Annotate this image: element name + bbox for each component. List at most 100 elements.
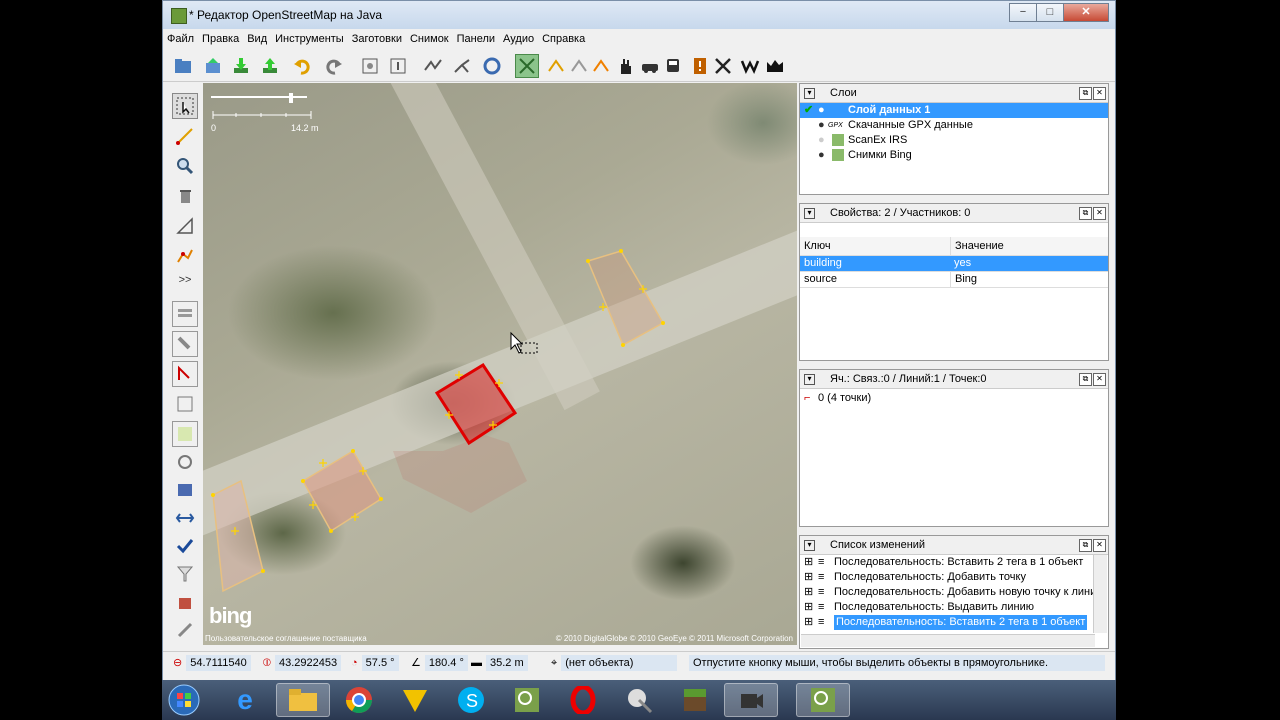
terms-of-use-link[interactable]: Пользовательское соглашение поставщика bbox=[205, 633, 367, 645]
opera-icon[interactable] bbox=[556, 683, 610, 717]
horizontal-scrollbar[interactable] bbox=[801, 634, 1095, 647]
upload-icon[interactable] bbox=[258, 54, 282, 78]
draw-mode-icon[interactable] bbox=[172, 123, 198, 149]
changesets-icon[interactable] bbox=[172, 589, 198, 615]
detach-icon[interactable]: ⧉ bbox=[1079, 373, 1092, 386]
delete-mode-icon[interactable] bbox=[172, 183, 198, 209]
align-circle-icon[interactable] bbox=[567, 54, 591, 78]
list-item[interactable]: ⌐ 0 (4 точки) bbox=[800, 391, 1108, 406]
bing-logo: bing bbox=[209, 603, 252, 628]
layer-list-toggle-icon[interactable] bbox=[172, 301, 198, 327]
detach-icon[interactable]: ⧉ bbox=[1079, 207, 1092, 220]
menu-file[interactable]: Файл bbox=[163, 31, 198, 47]
toggle-split-icon[interactable] bbox=[172, 505, 198, 531]
filter-icon[interactable] bbox=[172, 561, 198, 587]
map-view[interactable]: 0 14.2 m bing Пользовательское соглашени… bbox=[203, 83, 797, 645]
layer-item[interactable]: ● Снимки Bing bbox=[800, 148, 1108, 163]
list-item[interactable]: ⊞ ≡ Последовательность: Выдавить линию bbox=[800, 600, 1094, 615]
detach-icon[interactable]: ⧉ bbox=[1079, 87, 1092, 100]
delete-icon[interactable] bbox=[711, 54, 735, 78]
collapse-icon[interactable]: ▾ bbox=[804, 88, 815, 99]
josm-taskbar-icon[interactable] bbox=[500, 683, 554, 717]
validator-icon[interactable] bbox=[688, 54, 712, 78]
combine-way-icon[interactable] bbox=[515, 54, 539, 78]
menu-tools[interactable]: Инструменты bbox=[271, 31, 348, 47]
menu-help[interactable]: Справка bbox=[538, 31, 589, 47]
start-button[interactable] bbox=[162, 683, 206, 717]
selection-list-toggle-icon[interactable] bbox=[172, 361, 198, 387]
minecraft-icon[interactable] bbox=[668, 683, 722, 717]
conflict-list-toggle-icon[interactable] bbox=[172, 449, 198, 475]
layer-item[interactable]: ● ScanEx IRS bbox=[800, 133, 1108, 148]
close-button[interactable]: ✕ bbox=[1063, 3, 1109, 22]
menu-windows[interactable]: Панели bbox=[453, 31, 499, 47]
select-mode-icon[interactable] bbox=[172, 93, 198, 119]
hand-icon[interactable] bbox=[613, 54, 637, 78]
bus-icon[interactable] bbox=[661, 54, 685, 78]
vertical-scrollbar[interactable] bbox=[1093, 555, 1107, 633]
properties-panel: ▾ Свойства: 2 / Участников: 0 ⧉ ✕ Ключ Знач… bbox=[799, 203, 1109, 361]
properties-toggle-icon[interactable] bbox=[172, 331, 198, 357]
close-panel-icon[interactable]: ✕ bbox=[1093, 87, 1106, 100]
collapse-icon[interactable]: ▾ bbox=[804, 374, 815, 385]
undo-icon[interactable] bbox=[291, 54, 315, 78]
orthogonalize-icon[interactable] bbox=[589, 54, 613, 78]
menu-presets[interactable]: Заготовки bbox=[348, 31, 406, 47]
close-panel-icon[interactable]: ✕ bbox=[1093, 207, 1106, 220]
list-item[interactable]: ⊞ ≡ Последовательность: Добавить точку bbox=[800, 570, 1094, 585]
paint-icon[interactable] bbox=[612, 683, 666, 717]
redo-icon[interactable] bbox=[321, 54, 345, 78]
reverse-way-icon[interactable] bbox=[480, 54, 504, 78]
relation-list-toggle-icon[interactable] bbox=[172, 391, 198, 417]
wikipedia-icon[interactable] bbox=[738, 54, 762, 78]
commands-toggle-icon[interactable] bbox=[172, 421, 198, 447]
table-row[interactable]: source Bing bbox=[800, 272, 1108, 288]
menu-audio[interactable]: Аудио bbox=[499, 31, 538, 47]
josm-window: * Редактор OpenStreetMap на Java − □ ✕ Ф… bbox=[162, 0, 1116, 720]
internet-explorer-icon[interactable]: e bbox=[218, 683, 272, 717]
align-line-icon[interactable] bbox=[544, 54, 568, 78]
extrude-mode-icon[interactable] bbox=[172, 213, 198, 239]
elevation-profile-icon[interactable] bbox=[763, 54, 787, 78]
maximize-button[interactable]: □ bbox=[1036, 3, 1064, 22]
value-column-header[interactable]: Значение bbox=[950, 237, 1102, 255]
car-icon[interactable] bbox=[638, 54, 662, 78]
more-modes-icon[interactable]: >> bbox=[172, 267, 198, 293]
detach-icon[interactable]: ⧉ bbox=[1079, 539, 1092, 552]
menu-edit[interactable]: Правка bbox=[198, 31, 243, 47]
changes-title: Список изменений bbox=[830, 539, 926, 551]
collapse-icon[interactable]: ▾ bbox=[804, 208, 815, 219]
layer-item[interactable]: ✔ ● Слой данных 1 bbox=[800, 103, 1108, 118]
list-item[interactable]: ⊞ ≡ Последовательность: Вставить 2 тега в … bbox=[800, 555, 1094, 570]
menu-view[interactable]: Вид bbox=[243, 31, 271, 47]
validation-results-icon[interactable] bbox=[172, 533, 198, 559]
zoom-mode-icon[interactable] bbox=[172, 153, 198, 179]
key-column-header[interactable]: Ключ bbox=[800, 237, 950, 255]
download-icon[interactable] bbox=[229, 54, 253, 78]
split-way-icon[interactable] bbox=[450, 54, 474, 78]
close-panel-icon[interactable]: ✕ bbox=[1093, 539, 1106, 552]
chrome-icon[interactable] bbox=[332, 683, 386, 717]
josm-active-taskbar-icon[interactable] bbox=[796, 683, 850, 717]
menu-imagery[interactable]: Снимок bbox=[406, 31, 453, 47]
simplify-way-icon[interactable] bbox=[421, 54, 445, 78]
history-toggle-icon[interactable] bbox=[172, 477, 198, 503]
layer-item[interactable]: ● GPX Скачанные GPX данные bbox=[800, 118, 1108, 133]
recorder-icon[interactable] bbox=[724, 683, 778, 717]
open-file-icon[interactable] bbox=[171, 54, 195, 78]
preferences-icon[interactable] bbox=[358, 54, 382, 78]
map-paint-icon[interactable] bbox=[172, 617, 198, 643]
improve-way-mode-icon[interactable] bbox=[172, 243, 198, 269]
collapse-icon[interactable]: ▾ bbox=[804, 540, 815, 551]
minimize-button[interactable]: − bbox=[1009, 3, 1037, 22]
list-item[interactable]: ⊞ ≡ Последовательность: Добавить новую точ… bbox=[800, 585, 1094, 600]
save-icon[interactable] bbox=[201, 54, 225, 78]
list-item[interactable]: ⊞ ≡ Последовательность: Вставить 2 тега в … bbox=[800, 615, 1094, 630]
close-panel-icon[interactable]: ✕ bbox=[1093, 373, 1106, 386]
table-row[interactable]: building yes bbox=[800, 256, 1108, 272]
skype-icon[interactable]: S bbox=[444, 683, 498, 717]
ruler-icon: ▬ bbox=[471, 657, 482, 669]
explorer-icon[interactable] bbox=[276, 683, 330, 717]
editor-icon[interactable] bbox=[388, 683, 442, 717]
info-icon[interactable] bbox=[386, 54, 410, 78]
